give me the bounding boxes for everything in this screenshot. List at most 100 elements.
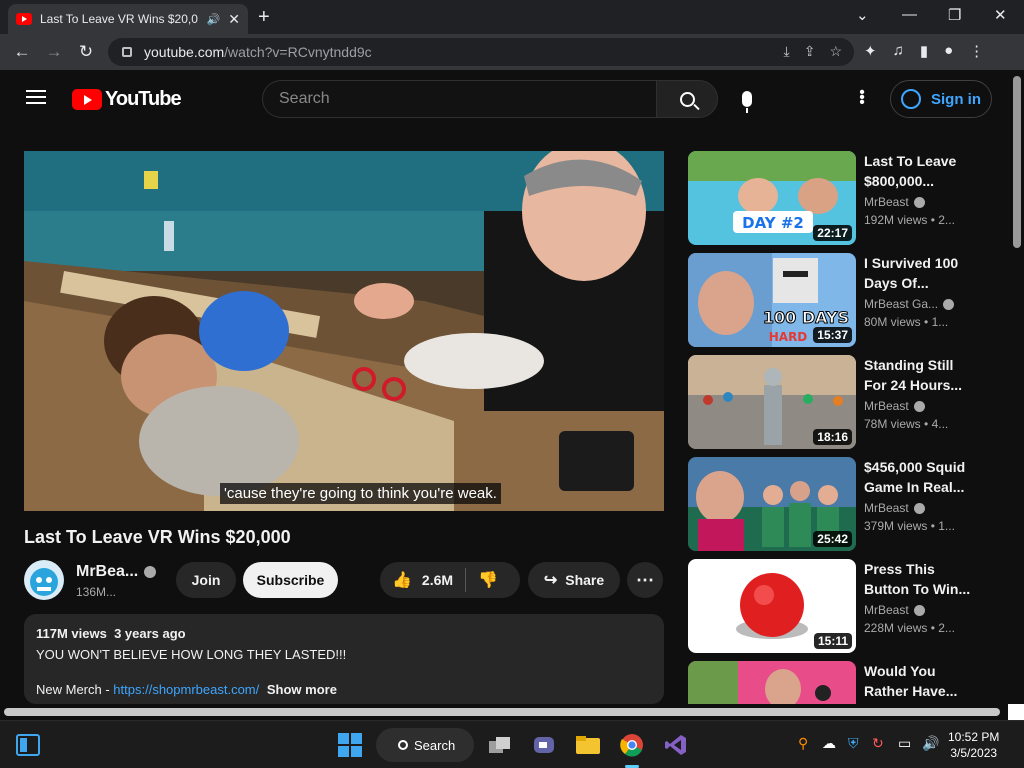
verified-icon [913, 401, 925, 413]
vertical-scrollbar[interactable] [1010, 70, 1024, 704]
youtube-logo[interactable]: YouTube [72, 88, 182, 111]
bookmark-star-icon[interactable]: ☆ [829, 43, 842, 60]
like-button[interactable]: 👍 2.6M [392, 570, 453, 590]
dislike-button[interactable]: 👎 [478, 570, 498, 590]
recommendation-thumbnail[interactable] [688, 661, 856, 704]
recommendation-item[interactable]: 25:42 $456,000 Squid Game In Real... MrB… [688, 457, 988, 551]
voice-search-button[interactable] [730, 80, 764, 118]
install-app-icon[interactable]: ⤓ [784, 43, 790, 60]
recommendation-thumbnail[interactable]: 25:42 [688, 457, 856, 551]
settings-more-icon[interactable]: • • • [852, 85, 872, 111]
recommendation-thumbnail[interactable]: 18:16 [688, 355, 856, 449]
recommendation-meta: 192M views • 2... [864, 213, 955, 227]
network-icon[interactable]: ▭ [898, 735, 911, 752]
close-window-button[interactable]: ✕ [994, 6, 1007, 24]
windows-taskbar: Search ⚲ ☁ ⛨ ↻ ▭ 🔊 10:52 PM 3/5/2023 [0, 720, 1024, 768]
merch-line: New Merch - https://shopmrbeast.com/ Sho… [36, 682, 652, 697]
taskbar-search[interactable]: Search [376, 728, 474, 762]
taskbar-search-label: Search [414, 737, 456, 753]
recommendation-thumbnail[interactable]: 100 DAYS HARD 15:37 [688, 253, 856, 347]
recommendation-channel[interactable]: MrBeast [864, 399, 925, 413]
recommendation-thumbnail[interactable]: DAY #2 22:17 [688, 151, 856, 245]
recommendation-item[interactable]: Would You Rather Have... [688, 661, 988, 704]
recommendation-title[interactable]: I Survived 100 Days Of... [864, 253, 974, 293]
forward-button[interactable]: → [38, 42, 70, 62]
file-explorer-icon[interactable] [574, 731, 602, 759]
description-box[interactable]: 117M views 3 years ago YOU WON'T BELIEVE… [24, 614, 664, 704]
volume-icon[interactable]: 🔊 [922, 735, 939, 752]
onedrive-cloud-icon[interactable]: ☁ [822, 735, 836, 752]
recommendation-item[interactable]: 100 DAYS HARD 15:37 I Survived 100 Days … [688, 253, 988, 347]
horizontal-scrollbar[interactable] [0, 704, 1024, 720]
taskbar-clock[interactable]: 10:52 PM 3/5/2023 [948, 729, 999, 761]
recommendation-channel[interactable]: MrBeast [864, 501, 925, 515]
share-button[interactable]: ↪ Share [528, 562, 620, 598]
share-page-icon[interactable]: ⇪ [804, 43, 816, 60]
widgets-icon[interactable] [14, 731, 42, 759]
recommendation-item[interactable]: DAY #2 22:17 Last To Leave $800,000... M… [688, 151, 988, 245]
tray-search-icon[interactable]: ⚲ [798, 735, 808, 752]
reload-button[interactable]: ↻ [70, 42, 102, 62]
extensions-puzzle-icon[interactable]: ✦ [864, 42, 877, 60]
search-icon [398, 740, 408, 750]
recommendation-item[interactable]: 15:11 Press This Button To Win... MrBeas… [688, 559, 988, 653]
horizontal-scroll-thumb[interactable] [4, 708, 1000, 716]
merch-link[interactable]: https://shopmrbeast.com/ [113, 682, 259, 697]
video-player[interactable]: 'cause they're going to think you're wea… [24, 151, 664, 511]
speaker-icon[interactable]: 🔊 [207, 13, 221, 26]
microphone-icon [742, 91, 752, 113]
search-input[interactable]: Search [262, 80, 656, 118]
thumb-hard-text: HARD [769, 330, 808, 344]
windows-logo-icon [338, 733, 362, 757]
restore-button[interactable]: ❐ [948, 6, 961, 24]
profile-icon[interactable]: ● [944, 42, 953, 60]
security-shield-icon[interactable]: ⛨ [848, 735, 859, 752]
age-text: • 1... [930, 519, 955, 533]
back-button[interactable]: ← [6, 42, 38, 62]
like-count: 2.6M [421, 572, 454, 588]
recommendation-title[interactable]: Standing Still For 24 Hours... [864, 355, 974, 395]
start-button[interactable] [336, 731, 364, 759]
lock-icon[interactable] [122, 47, 132, 57]
tab-search-chevron-icon[interactable]: ⌄ [856, 6, 869, 24]
update-sync-icon[interactable]: ↻ [872, 735, 884, 752]
join-button[interactable]: Join [176, 562, 236, 598]
media-control-icon[interactable]: ♫ [893, 42, 904, 60]
age-text: • 2... [930, 621, 955, 635]
channel-text: MrBeast [864, 501, 909, 515]
sign-in-button[interactable]: Sign in [890, 80, 992, 118]
task-view-icon[interactable] [486, 731, 514, 759]
hamburger-menu-icon[interactable] [26, 90, 46, 104]
side-panel-icon[interactable]: ▮ [920, 42, 928, 60]
new-tab-button[interactable]: + [258, 6, 270, 29]
video-title: Last To Leave VR Wins $20,000 [24, 527, 291, 547]
browser-tab-youtube[interactable]: Last To Leave VR Wins $20,0 🔊 ✕ [8, 4, 248, 34]
youtube-play-icon [72, 89, 102, 110]
more-actions-button[interactable]: ⋯ [627, 562, 663, 598]
recommendation-title[interactable]: $456,000 Squid Game In Real... [864, 457, 974, 497]
recommendation-meta: 228M views • 2... [864, 621, 955, 635]
recommendation-channel[interactable]: MrBeast [864, 195, 925, 209]
recommendation-title[interactable]: Would You Rather Have... [864, 661, 974, 701]
recommendation-item[interactable]: 18:16 Standing Still For 24 Hours... MrB… [688, 355, 988, 449]
channel-name[interactable]: MrBea... [76, 563, 157, 581]
duration-badge: 18:16 [813, 429, 852, 445]
recommendation-title[interactable]: Press This Button To Win... [864, 559, 974, 599]
recommendation-channel[interactable]: MrBeast [864, 603, 925, 617]
verified-icon [913, 197, 925, 209]
vertical-scroll-thumb[interactable] [1013, 76, 1021, 248]
teams-chat-icon[interactable] [530, 731, 558, 759]
recommendation-thumbnail[interactable]: 15:11 [688, 559, 856, 653]
search-button[interactable] [656, 80, 718, 118]
address-bar[interactable]: youtube.com/watch?v=RCvnytndd9c ⤓ ⇪ ☆ [108, 38, 854, 66]
recommendation-channel[interactable]: MrBeast Ga... [864, 297, 955, 311]
subscribe-button[interactable]: Subscribe [243, 562, 338, 598]
recommendation-title[interactable]: Last To Leave $800,000... [864, 151, 974, 191]
channel-avatar[interactable] [24, 560, 64, 600]
visual-studio-icon[interactable] [662, 731, 690, 759]
close-tab-icon[interactable]: ✕ [228, 11, 240, 28]
minimize-button[interactable]: — [902, 6, 917, 23]
chrome-icon[interactable] [618, 731, 646, 759]
browser-menu-icon[interactable]: ⋮ [969, 42, 984, 60]
show-more-button[interactable]: Show more [267, 682, 337, 697]
